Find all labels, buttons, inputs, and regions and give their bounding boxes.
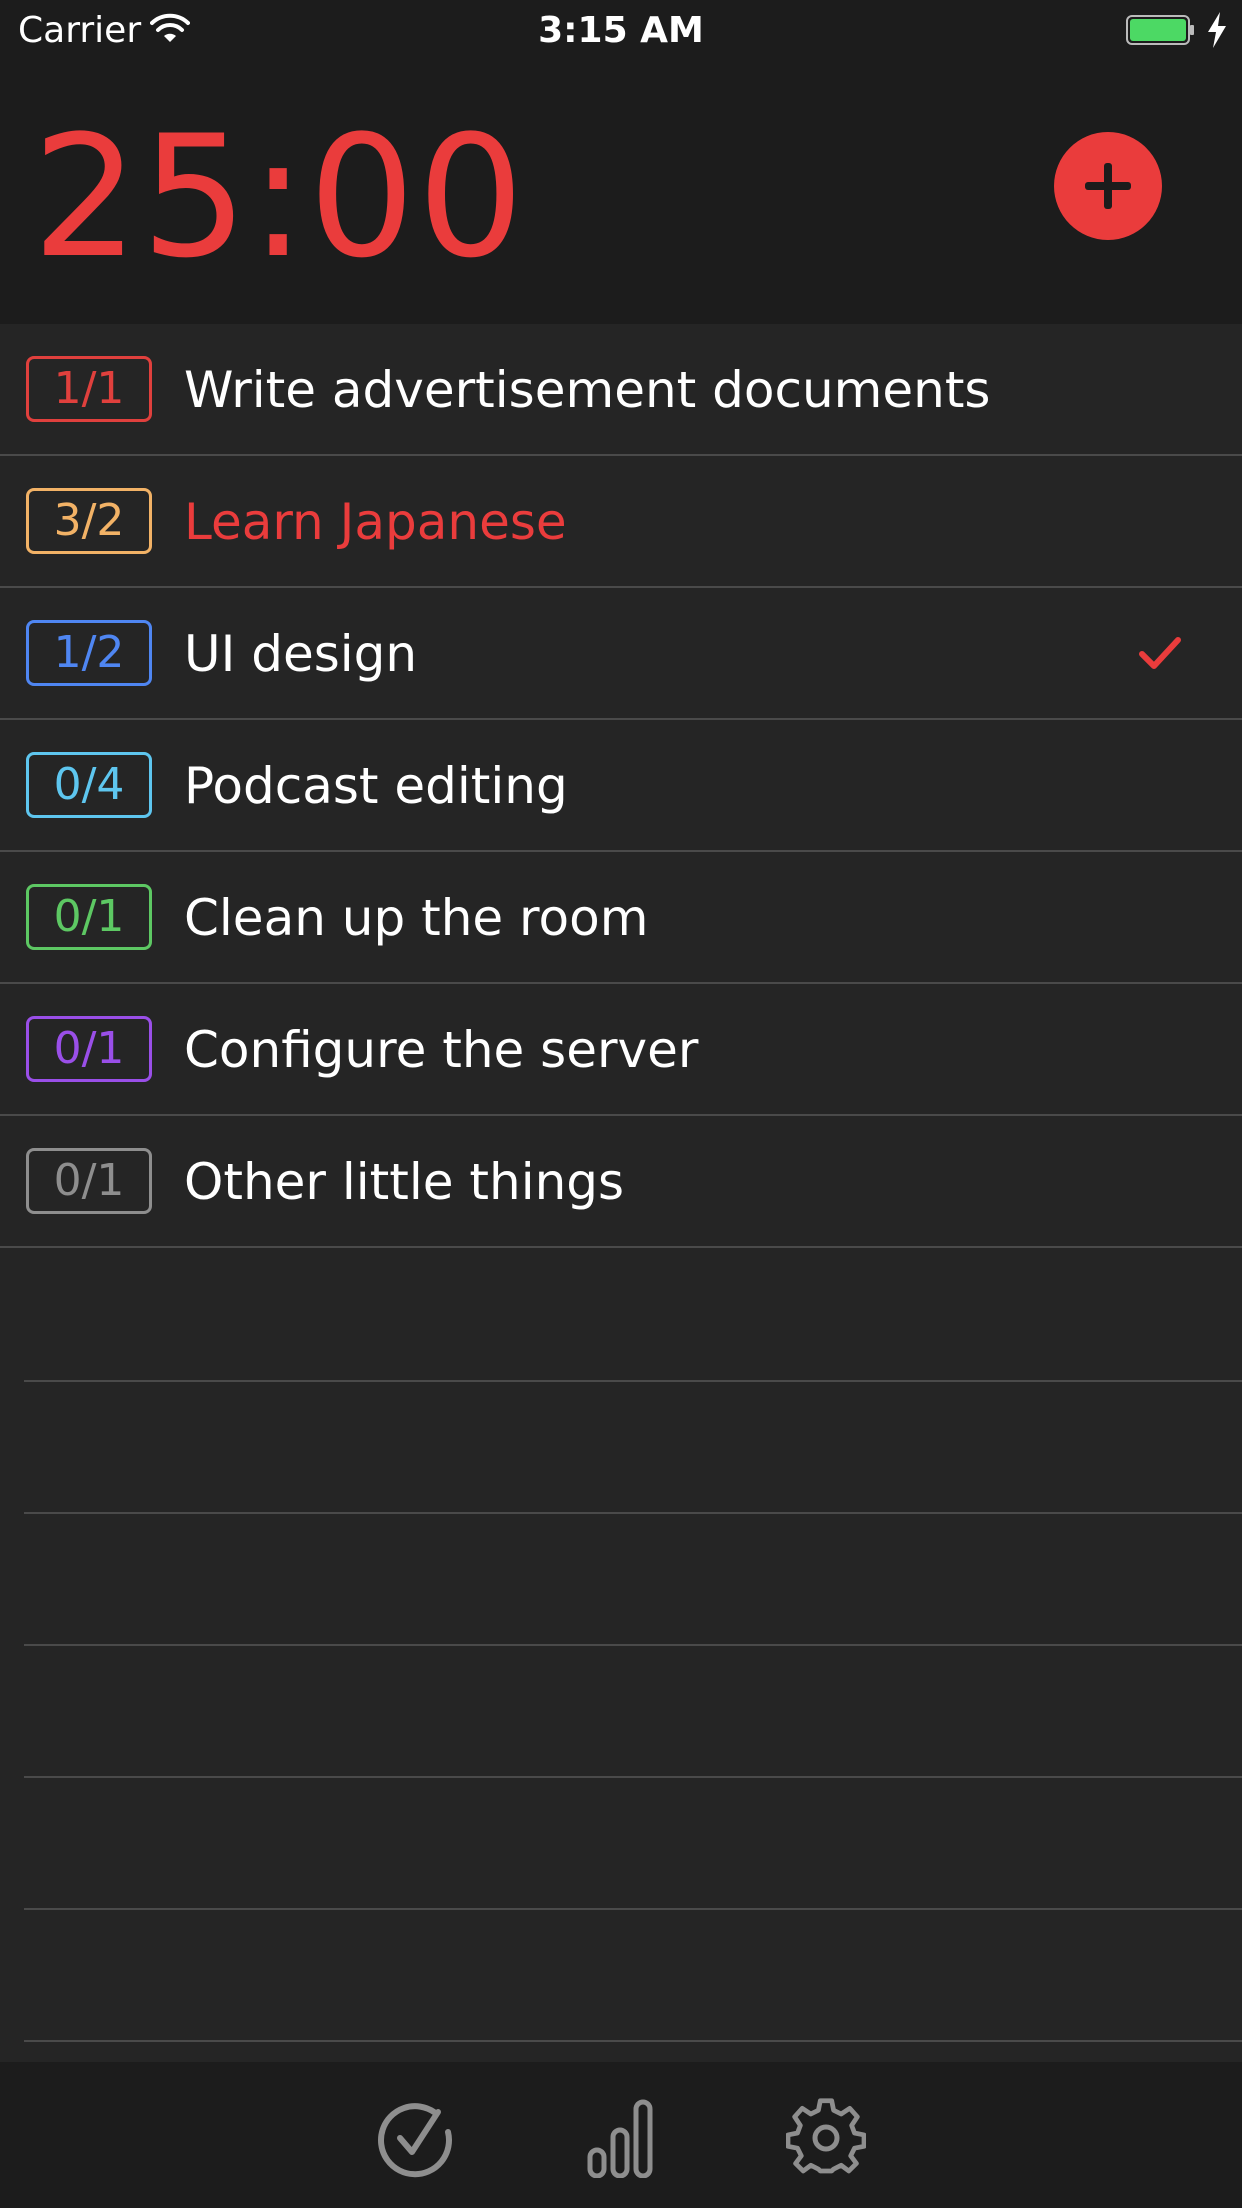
checkmark-icon [1139, 637, 1181, 669]
pomodoro-count-badge: 0/1 [26, 1148, 152, 1214]
statistics-icon[interactable] [580, 2098, 660, 2178]
task-title: Write advertisement documents [184, 361, 991, 419]
timer-header: 25:00 [0, 62, 1242, 324]
task-row[interactable]: 0/4 Podcast editing [0, 720, 1242, 852]
empty-row-divider [24, 1908, 1242, 1910]
pomodoro-count-badge: 0/4 [26, 752, 152, 818]
status-bar: Carrier 3:15 AM [0, 0, 1242, 62]
empty-row-divider [24, 1776, 1242, 1778]
task-row[interactable]: 1/2 UI design [0, 588, 1242, 720]
task-title: Other little things [184, 1153, 625, 1211]
settings-gear-icon[interactable] [786, 2098, 866, 2178]
tasks-check-icon[interactable] [374, 2098, 454, 2178]
pomodoro-count-badge: 0/1 [26, 884, 152, 950]
task-list: 1/1 Write advertisement documents 3/2 Le… [0, 324, 1242, 2064]
empty-row-divider [24, 1512, 1242, 1514]
task-row[interactable]: 1/1 Write advertisement documents [0, 324, 1242, 456]
task-title: UI design [184, 625, 418, 683]
task-title: Learn Japanese [184, 493, 567, 551]
add-task-button[interactable] [1054, 132, 1162, 240]
empty-row-divider [24, 2040, 1242, 2042]
status-time: 3:15 AM [538, 10, 704, 51]
task-row[interactable]: 0/1 Configure the server [0, 984, 1242, 1116]
charging-bolt-icon [1208, 12, 1226, 48]
pomodoro-count-badge: 1/1 [26, 356, 152, 422]
plus-icon [1085, 163, 1131, 209]
pomodoro-count-badge: 3/2 [26, 488, 152, 554]
timer-display[interactable]: 25:00 [32, 102, 526, 292]
task-row[interactable]: 0/1 Other little things [0, 1116, 1242, 1248]
task-row[interactable]: 0/1 Clean up the room [0, 852, 1242, 984]
empty-row-divider [24, 1380, 1242, 1382]
pomodoro-count-badge: 0/1 [26, 1016, 152, 1082]
task-title: Configure the server [184, 1021, 699, 1079]
battery-icon [1126, 15, 1194, 45]
task-title: Clean up the room [184, 889, 649, 947]
pomodoro-count-badge: 1/2 [26, 620, 152, 686]
task-title: Podcast editing [184, 757, 568, 815]
empty-row-divider [24, 1644, 1242, 1646]
tab-bar [0, 2062, 1242, 2208]
row-divider [0, 1246, 1242, 1248]
task-row[interactable]: 3/2 Learn Japanese [0, 456, 1242, 588]
